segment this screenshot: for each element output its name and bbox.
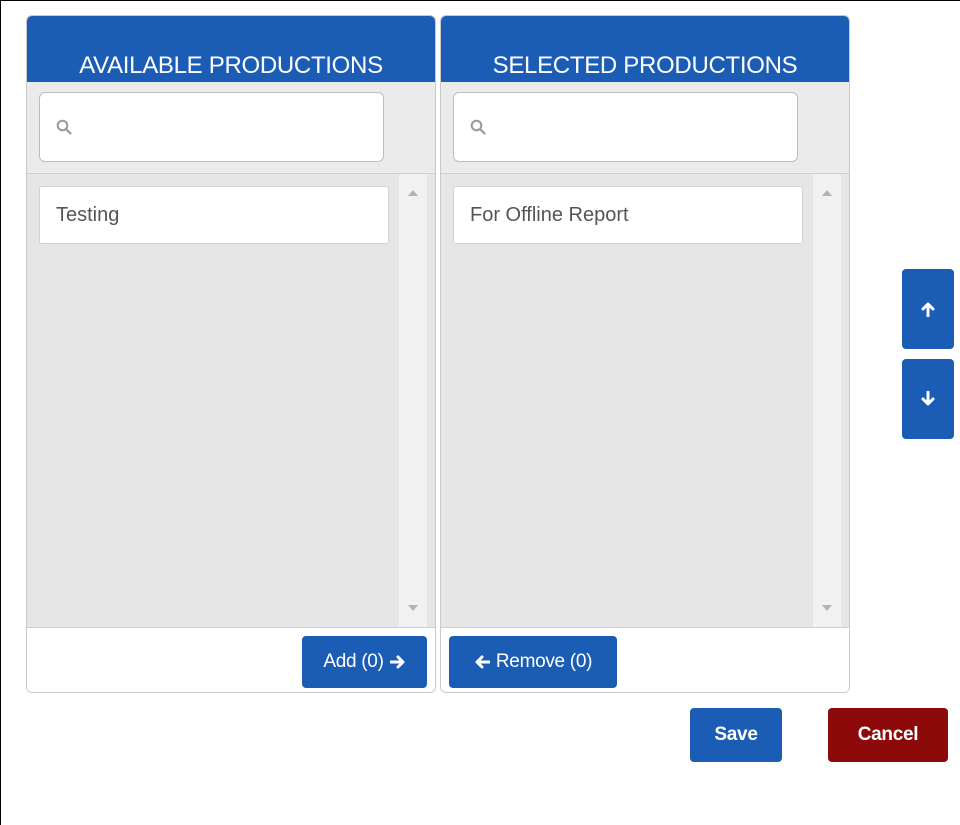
remove-button-label: Remove (0) bbox=[495, 651, 593, 672]
selected-search-area bbox=[441, 82, 849, 174]
list-item[interactable]: For Offline Report bbox=[453, 186, 803, 244]
list-item-label: For Offline Report bbox=[470, 204, 629, 226]
list-item-label: Testing bbox=[56, 204, 120, 226]
scroll-up-icon[interactable] bbox=[822, 190, 832, 196]
move-down-button[interactable] bbox=[902, 359, 954, 439]
available-panel-footer: Add (0) bbox=[27, 627, 435, 692]
available-productions-panel: AVAILABLE PRODUCTIONS Testing Add (0) bbox=[26, 15, 436, 693]
list-item[interactable]: Testing bbox=[39, 186, 389, 244]
scroll-down-icon[interactable] bbox=[822, 605, 832, 611]
save-button[interactable]: Save bbox=[690, 708, 782, 762]
arrow-right-icon bbox=[389, 655, 405, 669]
selected-productions-header: SELECTED PRODUCTIONS bbox=[441, 16, 849, 82]
scroll-down-icon[interactable] bbox=[408, 605, 418, 611]
add-button[interactable]: Add (0) bbox=[302, 636, 427, 688]
available-search-box[interactable] bbox=[39, 92, 384, 162]
arrow-down-icon bbox=[921, 391, 935, 406]
selected-panel-footer: Remove (0) bbox=[441, 627, 849, 692]
arrow-left-icon bbox=[475, 655, 490, 669]
dialog-frame: AVAILABLE PRODUCTIONS Testing Add (0) SE… bbox=[0, 0, 960, 825]
move-up-button[interactable] bbox=[902, 269, 954, 349]
remove-button[interactable]: Remove (0) bbox=[449, 636, 617, 688]
available-list-scrollbar[interactable] bbox=[399, 174, 427, 627]
add-button-label: Add (0) bbox=[323, 651, 384, 672]
search-icon bbox=[56, 119, 72, 135]
selected-search-input[interactable] bbox=[496, 111, 786, 145]
selected-search-box[interactable] bbox=[453, 92, 798, 162]
available-search-input[interactable] bbox=[82, 111, 372, 145]
cancel-button[interactable]: Cancel bbox=[828, 708, 948, 762]
arrow-up-icon bbox=[921, 302, 935, 317]
available-productions-list[interactable]: Testing bbox=[27, 174, 435, 627]
available-productions-header: AVAILABLE PRODUCTIONS bbox=[27, 16, 435, 82]
available-search-area bbox=[27, 82, 435, 174]
search-icon bbox=[470, 119, 486, 135]
selected-productions-list[interactable]: For Offline Report bbox=[441, 174, 849, 627]
selected-productions-panel: SELECTED PRODUCTIONS For Offline Report bbox=[440, 15, 850, 693]
selected-list-scrollbar[interactable] bbox=[813, 174, 841, 627]
scroll-up-icon[interactable] bbox=[408, 190, 418, 196]
